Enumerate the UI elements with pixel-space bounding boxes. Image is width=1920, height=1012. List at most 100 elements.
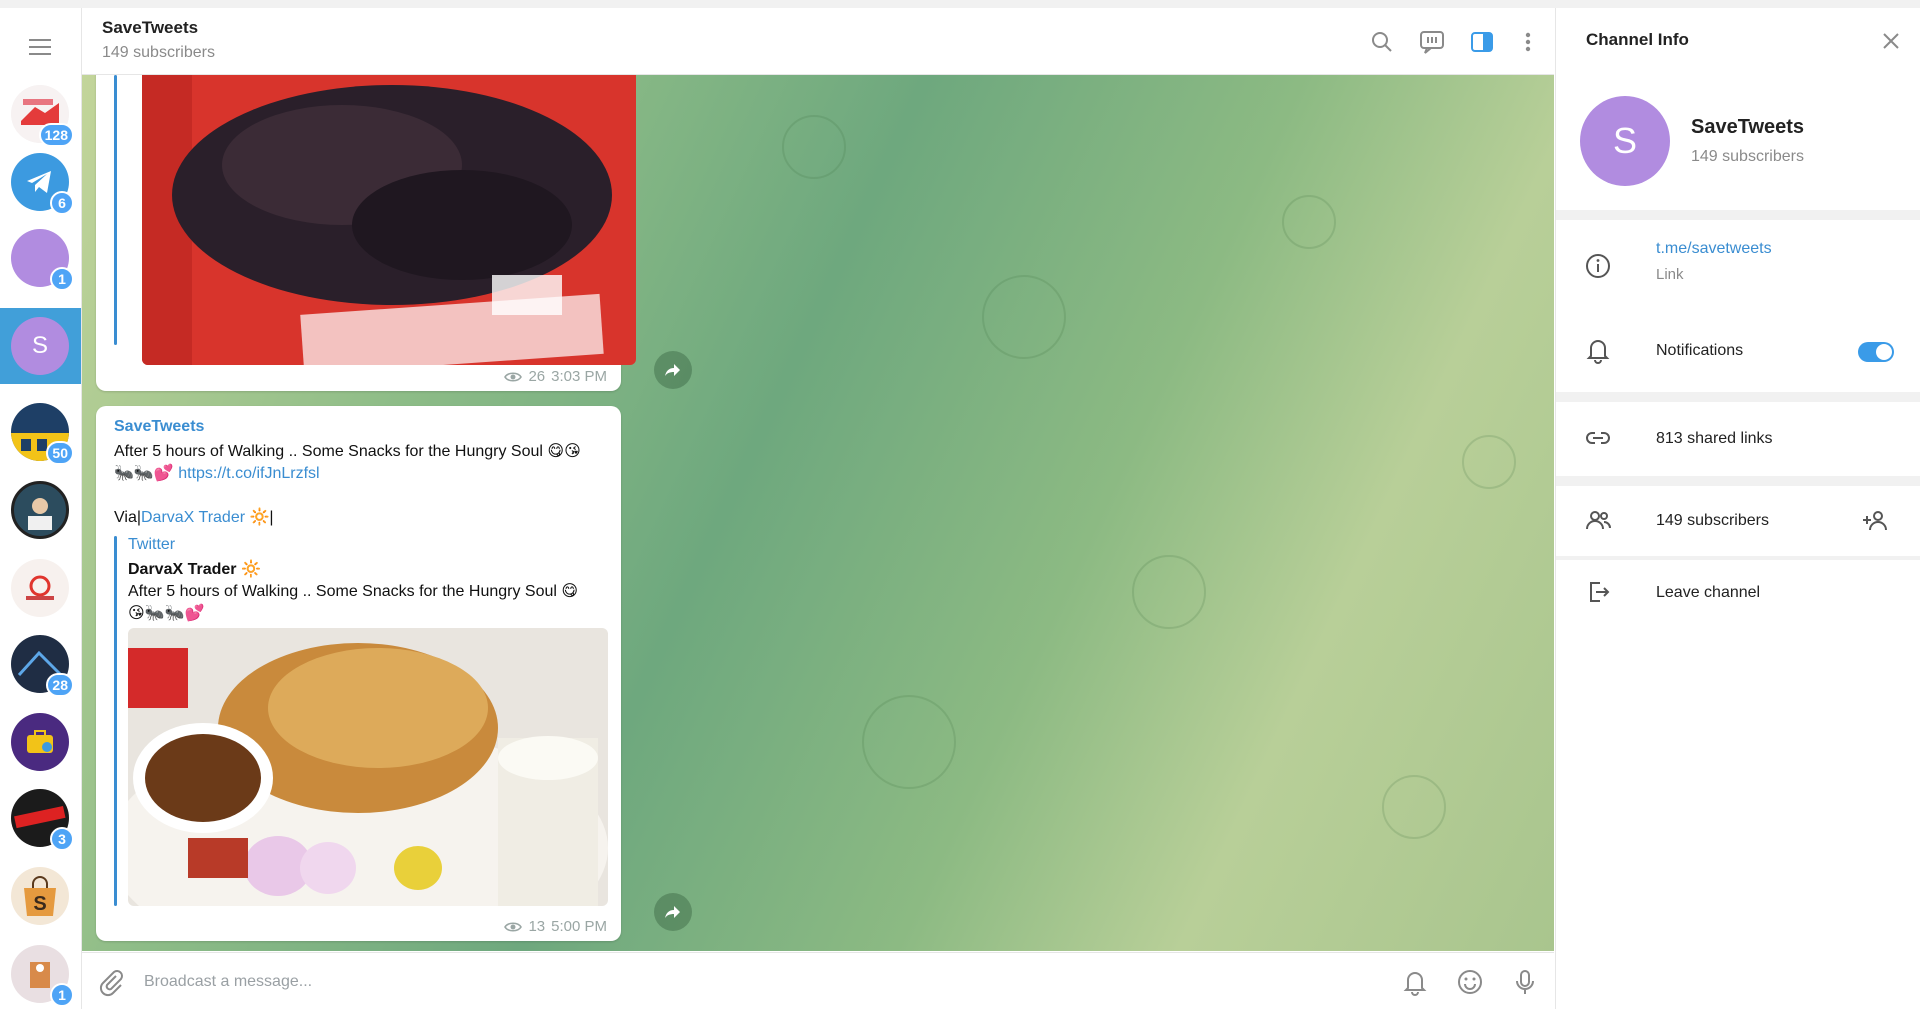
message-bubble[interactable]: 26 3:03 PM xyxy=(96,75,636,391)
quote-text-line: After 5 hours of Walking .. Some Snacks … xyxy=(128,583,579,600)
share-button[interactable] xyxy=(654,893,692,931)
avatar-initial: S xyxy=(31,332,48,359)
quote-author: DarvaX Trader 🔆 xyxy=(128,561,261,578)
message-input[interactable] xyxy=(142,963,1346,1001)
views-icon xyxy=(504,921,523,932)
add-user-icon[interactable] xyxy=(1861,506,1889,534)
leave-channel-label: Leave channel xyxy=(1656,584,1761,601)
chat-item[interactable]: 1 xyxy=(0,936,81,1012)
via-link[interactable]: DarvaX Trader 🔆 xyxy=(141,509,269,526)
chat-item[interactable]: 50 xyxy=(0,394,81,470)
share-icon xyxy=(665,364,680,376)
via-prefix: Via| xyxy=(114,509,141,526)
panel-title: Channel Info xyxy=(1586,30,1689,49)
chat-list-sidebar: 128 6 1 S 50 28 3 S 1 xyxy=(0,8,82,1009)
bell-icon[interactable] xyxy=(1400,967,1430,997)
message-composer xyxy=(82,952,1554,1010)
notifications-toggle[interactable] xyxy=(1858,342,1894,362)
wallpaper-doodle xyxy=(1382,775,1446,839)
emoji-icon[interactable] xyxy=(1455,967,1485,997)
avatar xyxy=(11,713,69,771)
unread-badge: 28 xyxy=(46,673,74,697)
message-time: 3:03 PM xyxy=(551,368,607,385)
message-meta: 26 3:03 PM xyxy=(504,368,607,385)
chat-item[interactable]: 1 xyxy=(0,220,81,296)
wallpaper-doodle xyxy=(782,115,846,179)
chat-item[interactable]: 28 xyxy=(0,626,81,702)
channel-link[interactable]: t.me/savetweets xyxy=(1656,240,1772,258)
channel-info-panel: Channel Info S SaveTweets 149 subscriber… xyxy=(1555,8,1920,1009)
microphone-icon[interactable] xyxy=(1510,967,1540,997)
share-icon xyxy=(665,906,680,918)
menu-icon[interactable] xyxy=(25,32,55,62)
view-count: 26 xyxy=(528,368,546,385)
subscribers-label: 149 subscribers xyxy=(1656,512,1769,529)
svg-text:S: S xyxy=(33,893,46,915)
chat-item-savetweets[interactable]: S xyxy=(0,308,81,384)
unread-badge: 3 xyxy=(50,827,74,851)
section-divider xyxy=(1556,392,1920,402)
subscribers-row[interactable]: 149 subscribers xyxy=(1556,492,1920,552)
channel-avatar[interactable]: S xyxy=(1580,96,1670,186)
share-button[interactable] xyxy=(654,351,692,389)
message-text-line: After 5 hours of Walking .. Some Snacks … xyxy=(114,443,581,460)
avatar xyxy=(11,559,69,617)
food-photo[interactable] xyxy=(128,628,608,906)
bell-icon xyxy=(1584,336,1612,364)
avatar: S xyxy=(11,867,69,925)
via-suffix: | xyxy=(269,509,274,526)
notifications-row[interactable]: Notifications xyxy=(1556,324,1920,384)
chat-item[interactable]: 128 xyxy=(0,76,81,152)
wallpaper-doodle xyxy=(1282,195,1336,249)
chat-item[interactable] xyxy=(0,550,81,626)
window-top-border xyxy=(0,0,1920,8)
quote-bar xyxy=(114,75,117,345)
close-icon[interactable] xyxy=(1878,28,1904,54)
channel-subscribers: 149 subscribers xyxy=(1691,148,1804,165)
channel-link-row[interactable]: t.me/savetweets Link xyxy=(1556,228,1920,308)
chat-item[interactable] xyxy=(0,704,81,780)
info-icon xyxy=(1584,252,1612,280)
sidebar-toggle-icon[interactable] xyxy=(1468,28,1496,56)
quote-source[interactable]: Twitter xyxy=(128,536,175,554)
wallpaper-doodle xyxy=(982,275,1066,359)
wallpaper-doodle xyxy=(1462,435,1516,489)
message-meta: 13 5:00 PM xyxy=(504,918,607,935)
message-bubble[interactable]: SaveTweets After 5 hours of Walking .. S… xyxy=(96,406,621,941)
chat-item[interactable] xyxy=(0,472,81,548)
leave-channel-row[interactable]: Leave channel xyxy=(1556,568,1920,628)
unread-badge: 1 xyxy=(50,267,74,291)
leave-icon xyxy=(1584,578,1612,606)
chat-item[interactable]: 3 xyxy=(0,780,81,856)
avatar xyxy=(11,481,69,539)
berries-photo[interactable] xyxy=(142,75,636,365)
shared-links-row[interactable]: 813 shared links xyxy=(1556,408,1920,468)
message-link[interactable]: https://t.co/ifJnLrzfsl xyxy=(178,465,319,482)
channel-link-label: Link xyxy=(1656,266,1684,283)
chat-title[interactable]: SaveTweets xyxy=(102,18,198,38)
shopping-bag-icon: S xyxy=(24,876,56,916)
avatar-initial: S xyxy=(1612,120,1637,161)
notifications-label: Notifications xyxy=(1656,342,1744,359)
chat-item[interactable]: 6 xyxy=(0,144,81,220)
users-icon xyxy=(1584,506,1612,534)
attach-icon[interactable] xyxy=(96,967,126,997)
more-options-icon[interactable] xyxy=(1514,28,1542,56)
search-icon[interactable] xyxy=(1368,28,1396,56)
telegram-icon xyxy=(27,171,51,193)
quote-text-line: 😘🐜🐜💕 xyxy=(128,605,205,622)
unread-badge: 50 xyxy=(46,441,74,465)
message-author[interactable]: SaveTweets xyxy=(114,418,204,436)
view-count: 13 xyxy=(528,918,546,935)
unread-badge: 6 xyxy=(50,191,74,215)
discussion-icon[interactable] xyxy=(1418,28,1446,56)
section-divider xyxy=(1556,210,1920,220)
quote-bar xyxy=(114,536,117,906)
wallpaper-doodle xyxy=(862,695,956,789)
chat-item[interactable]: S xyxy=(0,858,81,934)
unread-badge: 1 xyxy=(50,983,74,1007)
views-icon xyxy=(504,371,523,382)
message-emoji: 🐜🐜💕 xyxy=(114,465,174,482)
message-time: 5:00 PM xyxy=(551,918,607,935)
chat-subtitle: 149 subscribers xyxy=(102,44,215,61)
